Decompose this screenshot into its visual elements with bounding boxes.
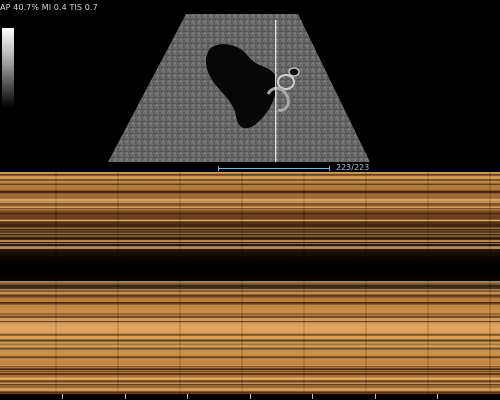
frame-counter: 223/223 [336,163,370,172]
time-axis-tick [312,394,313,399]
scale-bar [218,166,330,171]
time-axis-tick [124,394,126,399]
time-axis-tick [62,394,63,399]
time-axis-tick [374,394,376,399]
mmode-trace [0,172,500,394]
grayscale-bar [2,28,14,108]
time-axis-tick [249,394,251,399]
status-readout: AP 40.7% MI 0.4 TIS 0.7 [0,3,98,12]
time-axis-tick [187,394,188,399]
time-axis-tick [437,394,438,399]
bmode-sector-image [108,14,370,162]
time-axis [0,394,500,400]
